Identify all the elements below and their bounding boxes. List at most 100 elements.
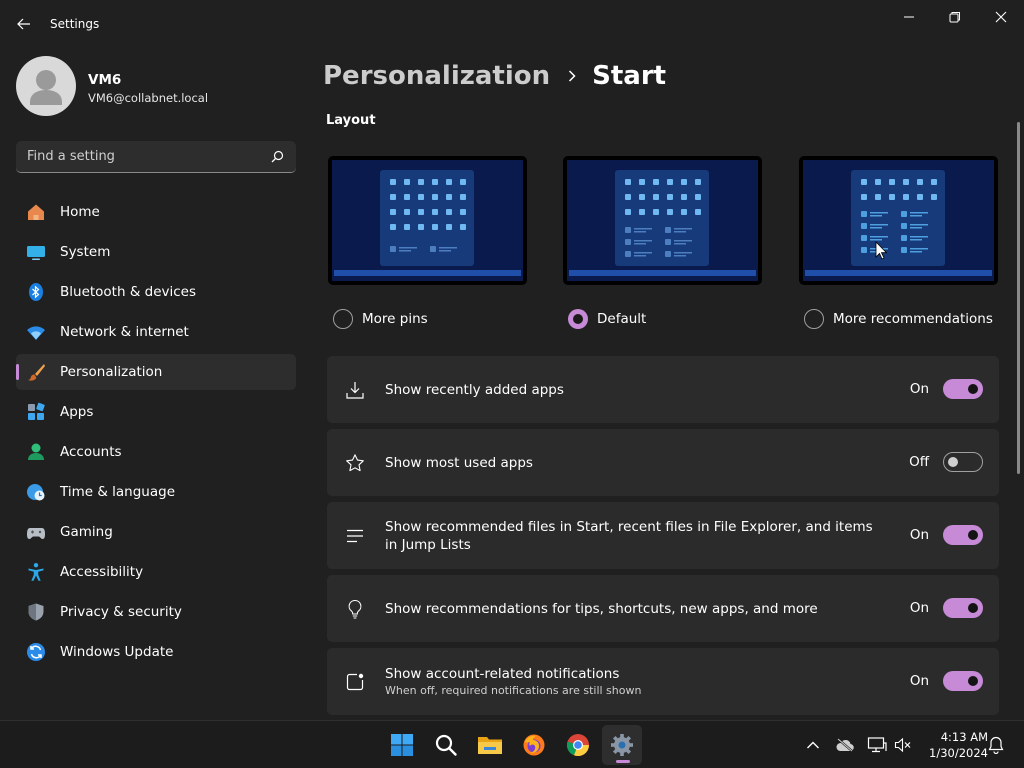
sidebar-item-gaming[interactable]: Gaming: [16, 514, 296, 550]
back-arrow-icon: [17, 18, 30, 30]
sidebar-item-accessibility[interactable]: Accessibility: [16, 554, 296, 590]
paintbrush-icon: [26, 362, 46, 382]
taskbar-chrome[interactable]: [558, 725, 598, 765]
firefox-icon: [523, 734, 545, 756]
bluetooth-icon: [26, 282, 46, 302]
clock-globe-icon: [26, 482, 46, 502]
page-title: Start: [592, 61, 667, 91]
toggle-switch[interactable]: [943, 598, 983, 618]
section-heading-layout: Layout: [326, 113, 376, 128]
start-menu-preview-default: [567, 160, 758, 281]
toggle-switch[interactable]: [943, 671, 983, 691]
setting-title: Show recently added apps: [385, 382, 564, 398]
cloud-offline-icon[interactable]: [835, 735, 855, 755]
toggle-switch[interactable]: [943, 525, 983, 545]
sidebar-item-label: Network & internet: [60, 324, 189, 340]
home-icon: [26, 202, 46, 222]
sidebar-item-time-language[interactable]: Time & language: [16, 474, 296, 510]
star-icon: [343, 451, 367, 475]
settings-gear-icon: [611, 734, 633, 756]
close-icon: [995, 11, 1007, 23]
setting-row-tips-recommendations[interactable]: Show recommendations for tips, shortcuts…: [327, 575, 999, 642]
taskbar-firefox[interactable]: [514, 725, 554, 765]
windows-start-icon: [391, 734, 413, 756]
toggle-switch[interactable]: [943, 379, 983, 399]
accounts-icon: [26, 442, 46, 462]
notification-badge-icon: [343, 670, 367, 694]
radio-button-selected[interactable]: [568, 309, 588, 329]
sidebar-item-accounts[interactable]: Accounts: [16, 434, 296, 470]
layout-preview-more-recommendations[interactable]: [799, 156, 998, 285]
search-icon[interactable]: [271, 150, 284, 163]
layout-option-more-recommendations[interactable]: More recommendations: [804, 308, 993, 330]
sidebar-item-home[interactable]: Home: [16, 194, 296, 230]
scrollbar-thumb[interactable]: [1017, 122, 1020, 474]
setting-title: Show recommended files in Start, recent …: [385, 519, 873, 553]
sidebar-item-network[interactable]: Network & internet: [16, 314, 296, 350]
avatar[interactable]: [16, 56, 76, 116]
user-profile[interactable]: VM6 VM6@collabnet.local: [16, 56, 306, 118]
user-email: VM6@collabnet.local: [88, 91, 209, 105]
sidebar-item-system[interactable]: System: [16, 234, 296, 270]
sidebar-item-label: Bluetooth & devices: [60, 284, 197, 300]
taskbar-start-button[interactable]: [382, 725, 422, 765]
taskbar-settings[interactable]: [602, 725, 642, 765]
lightbulb-icon: [343, 597, 367, 621]
back-button[interactable]: [10, 12, 38, 36]
user-silhouette-icon: [30, 70, 62, 105]
sidebar-item-label: Accessibility: [60, 564, 144, 580]
taskbar-search-button[interactable]: [426, 725, 466, 765]
toggle-state-label: On: [909, 381, 929, 397]
title-bar: Settings: [0, 0, 1024, 48]
sidebar-item-apps[interactable]: Apps: [16, 394, 296, 430]
sidebar-item-windows-update[interactable]: Windows Update: [16, 634, 296, 670]
close-button[interactable]: [978, 4, 1024, 30]
search-input[interactable]: [16, 141, 256, 171]
breadcrumb-parent[interactable]: Personalization: [323, 61, 550, 91]
search-box[interactable]: [16, 141, 296, 173]
search-icon: [435, 734, 457, 756]
chevron-up-icon[interactable]: [803, 735, 823, 755]
sidebar-item-label: Home: [60, 204, 100, 220]
sidebar-item-personalization[interactable]: Personalization: [16, 354, 296, 390]
radio-label: More recommendations: [833, 311, 993, 327]
layout-preview-default[interactable]: [563, 156, 762, 285]
setting-row-recommended-files[interactable]: Show recommended files in Start, recent …: [327, 502, 999, 569]
restore-button[interactable]: [932, 4, 978, 30]
toggle-state-label: Off: [909, 454, 929, 470]
radio-button[interactable]: [333, 309, 353, 329]
network-icon[interactable]: [867, 735, 887, 755]
sidebar-item-label: Privacy & security: [60, 604, 182, 620]
sidebar-nav: Home System Bluetooth & devices Network …: [16, 194, 296, 674]
list-lines-icon: [343, 524, 367, 548]
radio-button[interactable]: [804, 309, 824, 329]
clock-date: 1/30/2024: [929, 746, 988, 760]
toggle-switch[interactable]: [943, 452, 983, 472]
sidebar-item-privacy-security[interactable]: Privacy & security: [16, 594, 296, 630]
chrome-icon: [566, 734, 590, 757]
setting-row-account-notifications[interactable]: Show account-related notifications When …: [327, 648, 999, 715]
setting-row-most-used[interactable]: Show most used apps Off: [327, 429, 999, 496]
notification-bell-icon[interactable]: [986, 735, 1006, 755]
layout-preview-more-pins[interactable]: [328, 156, 527, 285]
speaker-muted-icon[interactable]: [893, 735, 913, 755]
start-menu-preview-more-recommendations: [803, 160, 994, 281]
layout-option-default[interactable]: Default: [568, 308, 646, 330]
layout-option-more-pins[interactable]: More pins: [333, 308, 428, 330]
radio-label: More pins: [362, 311, 428, 327]
setting-description: When off, required notifications are sti…: [385, 684, 642, 697]
sidebar-item-bluetooth[interactable]: Bluetooth & devices: [16, 274, 296, 310]
sidebar-item-label: Apps: [60, 404, 94, 420]
setting-title: Show recommendations for tips, shortcuts…: [385, 601, 818, 617]
setting-row-recently-added[interactable]: Show recently added apps On: [327, 356, 999, 423]
restore-icon: [949, 12, 960, 23]
shield-icon: [26, 602, 46, 622]
system-icon: [26, 242, 46, 262]
sidebar-item-label: Time & language: [60, 484, 176, 500]
minimize-button[interactable]: [886, 4, 932, 30]
taskbar-file-explorer[interactable]: [470, 725, 510, 765]
gamepad-icon: [26, 522, 46, 542]
sidebar-item-label: Gaming: [60, 524, 113, 540]
system-clock[interactable]: 4:13 AM 1/30/2024: [918, 729, 988, 761]
file-explorer-icon: [478, 737, 502, 754]
